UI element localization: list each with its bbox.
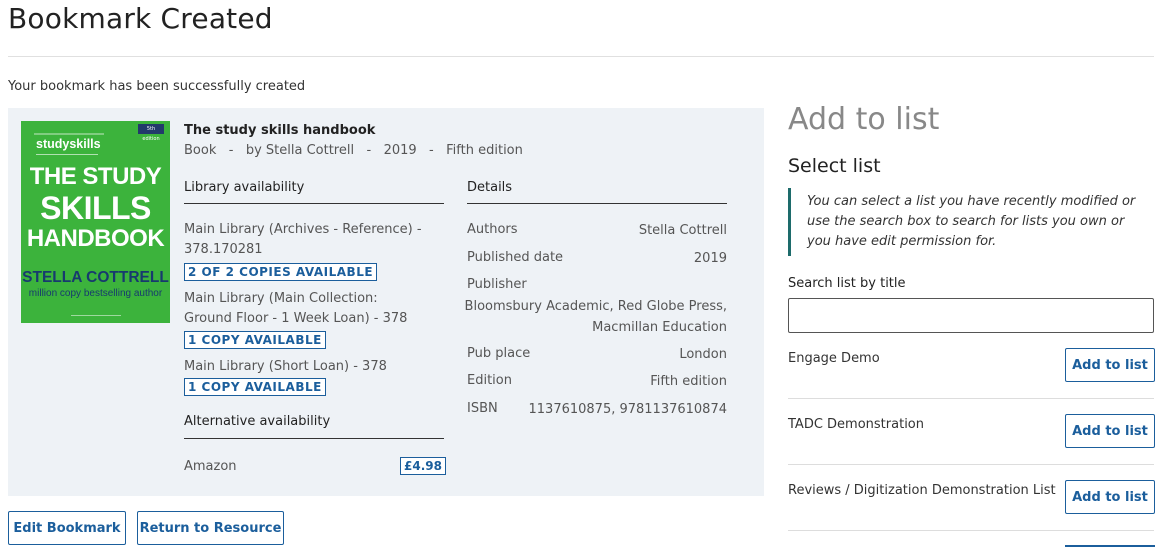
resource-meta: Book - by Stella Cottrell - 2019 - Fifth… [184,143,523,158]
detail-value: London [679,347,727,362]
list-divider [788,464,1154,465]
cover-title-line-2: SKILLS [40,190,151,226]
availability-badge[interactable]: 1 COPY AVAILABLE [184,378,326,396]
cover-footer-mark [71,315,121,316]
cover-title-line-3: HANDBOOK [26,225,165,252]
detail-label: Published date [467,250,564,265]
list-item-name: Engage Demo [788,351,880,366]
cover-author: STELLA COTTRELL [22,269,169,286]
alternative-availability-rule [184,438,444,439]
library-availability-heading: Library availability [184,180,305,195]
resource-title: The study skills handbook [184,123,376,138]
search-list-label: Search list by title [788,276,906,291]
edit-bookmark-button[interactable]: Edit Bookmark [8,511,126,545]
detail-label: Publisher [467,277,527,292]
select-list-info: You can select a list you have recently … [788,188,1154,256]
search-list-input[interactable] [788,298,1154,333]
add-to-list-heading: Add to list [788,102,940,137]
add-to-list-button[interactable]: Add to list [1065,480,1155,514]
detail-label: ISBN [467,401,498,416]
list-divider [788,530,1154,531]
alternative-availability-heading: Alternative availability [184,414,331,429]
list-item-name: Reviews / Digitization Demonstration Lis… [788,483,1056,498]
return-to-resource-button[interactable]: Return to Resource [137,511,284,545]
title-divider [8,56,1154,57]
cover-brand: studyskills [36,137,101,151]
detail-value: Fifth edition [650,374,727,389]
detail-label: Authors [467,222,518,237]
availability-badge[interactable]: 2 OF 2 COPIES AVAILABLE [184,263,378,281]
library-availability-rule [184,203,444,204]
cover-title-line-1: THE STUDY [29,163,162,190]
cover-publisher-mark [34,133,104,135]
detail-label: Pub place [467,346,531,361]
add-to-list-button[interactable]: Add to list [1065,414,1155,448]
cover-tagline: million copy bestselling author [28,288,163,299]
resource-panel: 5th edition studyskills THE STUDY SKILLS… [8,108,764,496]
detail-value: 1137610875, 9781137610874 [528,402,728,417]
detail-value: Bloomsbury Academic, Red Globe Press, Ma… [464,299,727,335]
detail-value: 2019 [693,251,727,266]
book-cover-image: 5th edition studyskills THE STUDY SKILLS… [21,121,170,323]
select-list-heading: Select list [788,155,881,177]
add-to-list-button-partial[interactable] [1065,545,1155,549]
success-message: Your bookmark has been successfully crea… [8,79,306,94]
list-divider [788,398,1154,399]
holding-location: Main Library (Archives - Reference) - 37… [184,222,422,257]
cover-edition-tag: 5th edition [138,124,164,142]
price-badge[interactable]: £4.98 [400,457,446,475]
availability-badge[interactable]: 1 COPY AVAILABLE [184,331,326,349]
details-heading: Details [467,180,513,195]
add-to-list-button[interactable]: Add to list [1065,348,1155,382]
detail-label: Edition [467,373,512,388]
detail-value: Stella Cottrell [638,223,727,238]
list-item-name: TADC Demonstration [788,417,924,432]
cover-title: THE STUDY SKILLS HANDBOOK [21,163,170,253]
cover-divider [36,154,98,155]
alternative-source-name: Amazon [184,459,237,474]
details-rule [467,203,727,204]
page-title: Bookmark Created [8,2,273,35]
